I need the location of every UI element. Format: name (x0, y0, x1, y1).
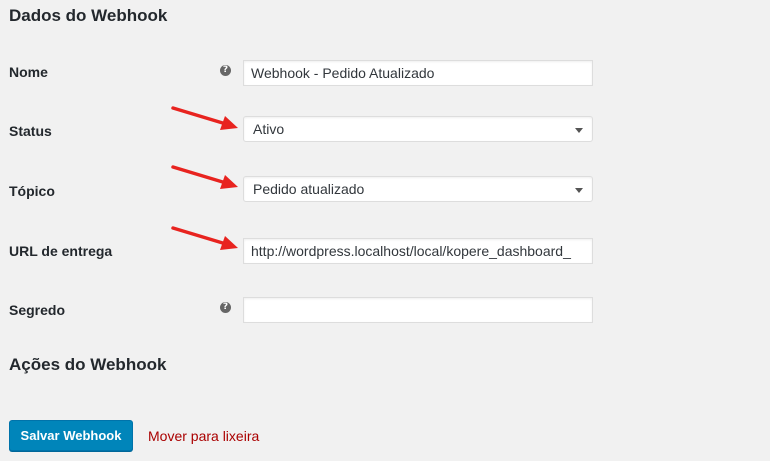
red-arrow-icon (171, 165, 238, 189)
chevron-down-icon (575, 188, 583, 193)
topic-select[interactable]: Pedido atualizado (243, 176, 593, 202)
secret-label: Segredo (9, 302, 66, 318)
red-arrow-icon (171, 106, 238, 130)
save-webhook-button[interactable]: Salvar Webhook (9, 420, 133, 451)
status-select[interactable]: Ativo (243, 116, 593, 142)
delivery-url-input[interactable]: http://wordpress.localhost/local/kopere_… (243, 238, 593, 264)
topic-label: Tópico (9, 183, 55, 199)
name-input[interactable]: Webhook - Pedido Atualizado (243, 60, 593, 86)
webhook-settings-page: Dados do Webhook Nome ? Webhook - Pedido… (0, 0, 770, 461)
secret-input[interactable] (243, 297, 593, 323)
red-arrow-icon (171, 226, 238, 250)
status-label: Status (9, 123, 52, 139)
section-title-webhook-actions: Ações do Webhook (9, 355, 167, 374)
name-label: Nome (9, 64, 48, 80)
help-icon[interactable]: ? (220, 65, 231, 76)
chevron-down-icon (575, 128, 583, 133)
topic-selected-value: Pedido atualizado (253, 181, 365, 197)
help-icon[interactable]: ? (220, 302, 231, 313)
section-title-webhook-data: Dados do Webhook (9, 6, 168, 25)
delivery-url-label: URL de entrega (9, 243, 113, 259)
status-selected-value: Ativo (253, 121, 285, 137)
move-to-trash-link[interactable]: Mover para lixeira (148, 427, 259, 445)
